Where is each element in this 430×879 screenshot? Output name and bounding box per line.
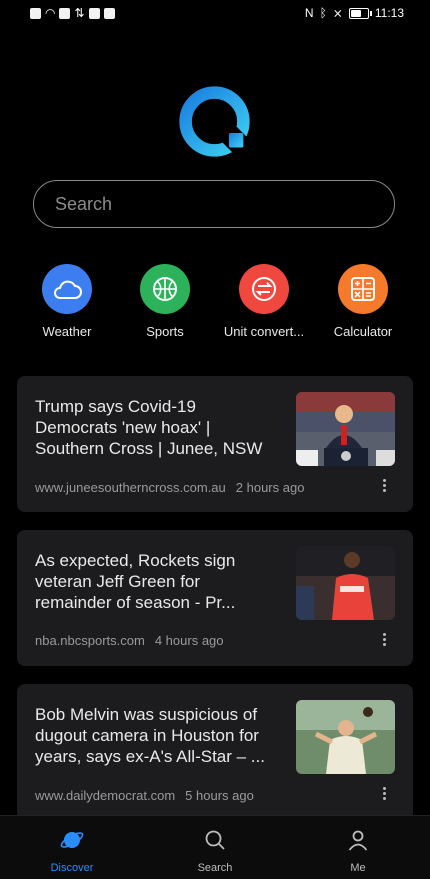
basketball-player-image (296, 546, 395, 620)
search-placeholder: Search (55, 193, 113, 214)
shortcut-calculator[interactable]: Calculator (313, 264, 413, 339)
calculator-icon (351, 277, 375, 301)
news-title[interactable]: As expected, Rockets sign veteran Jeff G… (35, 550, 275, 613)
news-meta: www.dailydemocrat.com 5 hours ago (35, 788, 254, 803)
cloud-icon (54, 280, 82, 299)
search-input[interactable]: Search (33, 180, 395, 228)
mail-icon-2 (103, 7, 115, 19)
nav-me[interactable]: Me (308, 816, 408, 874)
baseball-player-image (296, 700, 395, 774)
news-meta: nba.nbcsports.com 4 hours ago (35, 633, 224, 648)
unit-converter-button[interactable] (239, 264, 289, 314)
bottom-navigation: Discover Search Me (0, 815, 430, 879)
nav-discover[interactable]: Discover (22, 816, 122, 874)
convert-icon (252, 277, 276, 301)
wifi-icon: ◠ (45, 6, 56, 20)
shortcut-unit-converter[interactable]: Unit convert... (214, 264, 314, 339)
news-thumbnail[interactable] (296, 546, 395, 620)
clock: 11:13 (374, 6, 404, 20)
battery-icon (348, 7, 372, 19)
shortcut-sports[interactable]: Sports (115, 264, 215, 339)
nav-label: Search (197, 862, 233, 874)
nfc-icon: N (304, 6, 314, 20)
more-options-button[interactable] (383, 479, 387, 494)
profile-icon (348, 830, 368, 851)
data-transfer-icon: ⇅ (74, 6, 85, 20)
more-options-button[interactable] (383, 633, 387, 648)
news-source: www.juneesoutherncross.com.au (35, 480, 226, 495)
shortcut-label: Weather (42, 324, 92, 339)
sim-icon (30, 7, 41, 19)
notification-icons: ◠ ⇅ (30, 7, 115, 19)
weather-button[interactable] (42, 264, 92, 314)
news-title[interactable]: Bob Melvin was suspicious of dugout came… (35, 704, 275, 767)
mute-icon: ⨯ (332, 6, 343, 20)
nav-label: Me (350, 862, 366, 874)
planet-icon (60, 832, 84, 848)
system-icons: N ᛒ ⨯ 11:13 (305, 6, 404, 20)
more-options-button[interactable] (383, 787, 387, 802)
news-thumbnail[interactable] (296, 392, 395, 466)
sports-button[interactable] (140, 264, 190, 314)
news-thumbnail[interactable] (296, 700, 395, 774)
mail-icon (59, 7, 71, 19)
news-source: www.dailydemocrat.com (35, 788, 176, 803)
nav-search[interactable]: Search (165, 816, 265, 874)
shortcut-weather[interactable]: Weather (17, 264, 117, 339)
news-title[interactable]: Trump says Covid-19 Democrats 'new hoax'… (35, 396, 275, 459)
basketball-icon (153, 277, 177, 301)
podium-speaker-image (296, 392, 395, 466)
news-meta: www.juneesoutherncross.com.au 2 hours ago (35, 480, 304, 495)
search-icon (205, 830, 225, 850)
news-card[interactable]: As expected, Rockets sign veteran Jeff G… (17, 530, 413, 666)
calculator-button[interactable] (338, 264, 388, 314)
news-card[interactable]: Trump says Covid-19 Democrats 'new hoax'… (17, 376, 413, 512)
status-bar: ◠ ⇅ N ᛒ ⨯ 11:13 (0, 0, 430, 28)
browser-logo-icon (179, 86, 252, 157)
shortcut-label: Unit convert... (223, 324, 305, 339)
news-time: 2 hours ago (235, 480, 305, 495)
news-card[interactable]: Bob Melvin was suspicious of dugout came… (17, 684, 413, 820)
news-source: nba.nbcsports.com (35, 633, 145, 648)
shortcut-label: Sports (146, 324, 184, 339)
news-time: 5 hours ago (185, 788, 254, 803)
nav-label: Discover (50, 862, 94, 874)
news-time: 4 hours ago (154, 633, 224, 648)
shortcut-label: Calculator (333, 324, 393, 339)
image-icon (88, 7, 100, 19)
battery-level (350, 9, 361, 17)
bluetooth-icon: ᛒ (319, 6, 327, 20)
